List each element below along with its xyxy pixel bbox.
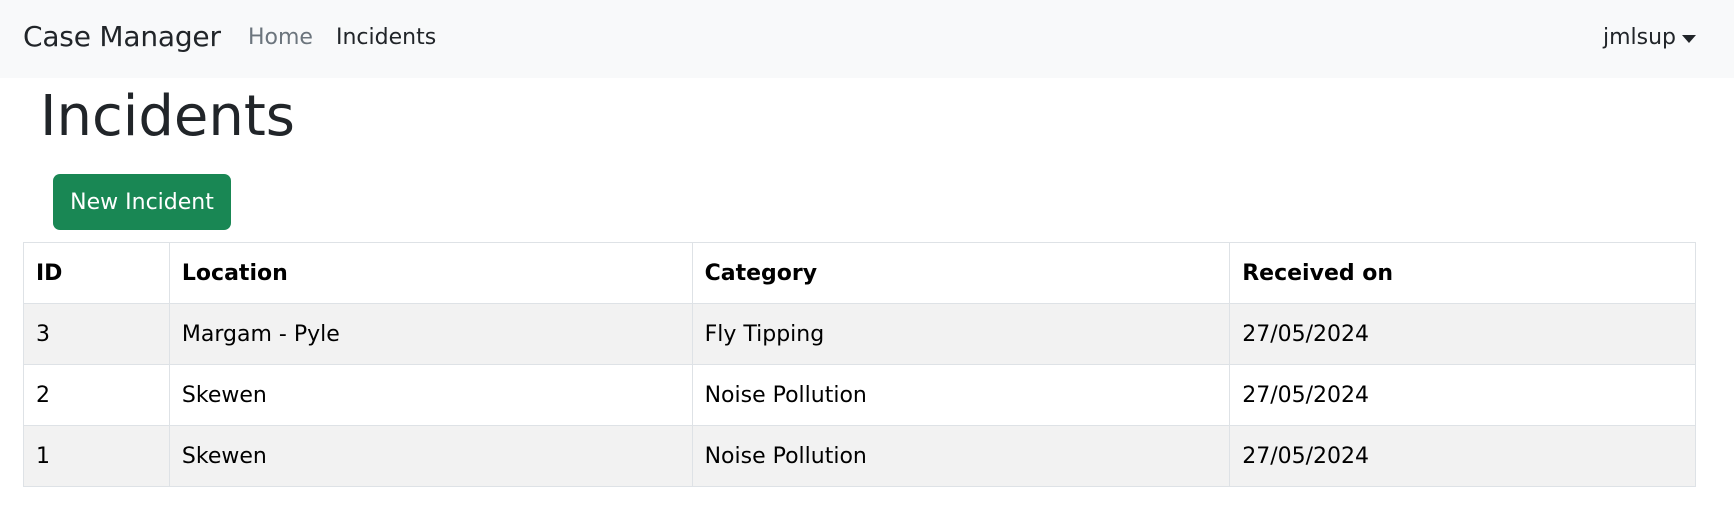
table-row[interactable]: 3 Margam - Pyle Fly Tipping 27/05/2024 bbox=[23, 303, 1696, 365]
page-title: Incidents bbox=[40, 84, 295, 149]
column-header-received-on[interactable]: Received on bbox=[1229, 242, 1696, 304]
caret-down-icon bbox=[1682, 35, 1696, 43]
incidents-table: ID Location Category Received on 3 Marga… bbox=[23, 242, 1696, 487]
user-name: jmlsup bbox=[1602, 25, 1676, 50]
cell-location: Margam - Pyle bbox=[168, 303, 693, 365]
navbar: Case Manager Home Incidents jmlsup bbox=[0, 0, 1734, 78]
cell-id: 2 bbox=[23, 364, 170, 426]
brand-link[interactable]: Case Manager bbox=[23, 18, 221, 56]
nav-link-home[interactable]: Home bbox=[248, 22, 313, 54]
user-menu-toggle[interactable]: jmlsup bbox=[1603, 22, 1696, 54]
cell-category: Noise Pollution bbox=[691, 425, 1231, 487]
cell-id: 3 bbox=[23, 303, 170, 365]
cell-location: Skewen bbox=[168, 364, 693, 426]
cell-location: Skewen bbox=[168, 425, 693, 487]
table-row[interactable]: 2 Skewen Noise Pollution 27/05/2024 bbox=[23, 364, 1696, 426]
column-header-location[interactable]: Location bbox=[168, 242, 693, 304]
column-header-id[interactable]: ID bbox=[23, 242, 170, 304]
table-body: 3 Margam - Pyle Fly Tipping 27/05/2024 2… bbox=[23, 303, 1696, 487]
cell-received-on: 27/05/2024 bbox=[1229, 425, 1696, 487]
nav-link-incidents[interactable]: Incidents bbox=[336, 22, 436, 54]
cell-id: 1 bbox=[23, 425, 170, 487]
table-header-row: ID Location Category Received on bbox=[23, 242, 1696, 304]
cell-received-on: 27/05/2024 bbox=[1229, 303, 1696, 365]
table-head: ID Location Category Received on bbox=[23, 242, 1696, 304]
cell-category: Fly Tipping bbox=[691, 303, 1231, 365]
new-incident-button[interactable]: New Incident bbox=[53, 174, 231, 230]
incidents-table-container: ID Location Category Received on 3 Marga… bbox=[23, 242, 1696, 487]
table-row[interactable]: 1 Skewen Noise Pollution 27/05/2024 bbox=[23, 425, 1696, 487]
cell-category: Noise Pollution bbox=[691, 364, 1231, 426]
cell-received-on: 27/05/2024 bbox=[1229, 364, 1696, 426]
column-header-category[interactable]: Category bbox=[691, 242, 1231, 304]
